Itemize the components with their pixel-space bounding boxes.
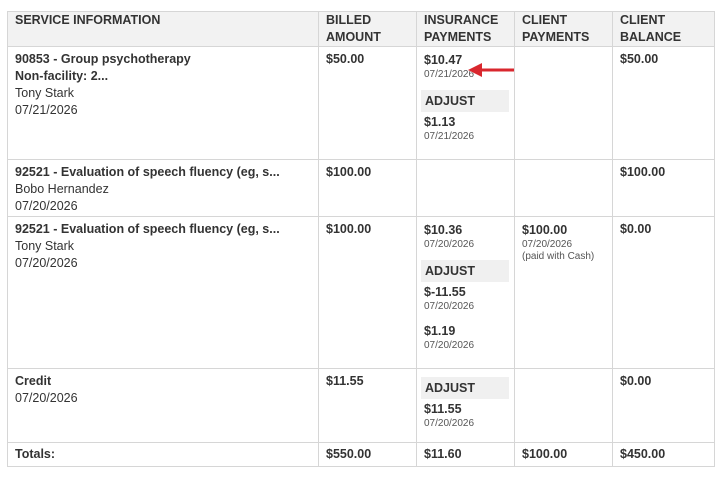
billed-cell: $100.00	[318, 216, 417, 369]
client-balance: $100.00	[620, 165, 666, 179]
client-payment-amount: $100.00	[522, 223, 568, 237]
balance-cell: $0.00	[612, 368, 715, 443]
service-title: 92521 - Evaluation of speech fluency (eg…	[15, 222, 280, 236]
totals-client-payments: $100.00	[514, 442, 613, 467]
client-payment-cell	[514, 46, 613, 160]
insurance-amount: $10.36	[424, 223, 463, 237]
totals-label: Totals:	[7, 442, 319, 467]
service-cell: 92521 - Evaluation of speech fluency (eg…	[7, 216, 319, 369]
adjustment-amount: $11.55	[424, 402, 462, 416]
billed-amount: $100.00	[326, 165, 372, 179]
billed-amount: $100.00	[326, 222, 372, 236]
client-payment-date: 07/20/2026	[522, 239, 573, 250]
insurance-cell: $10.36 07/20/2026 ADJUST $-11.55 07/20/2…	[416, 216, 515, 369]
table-row: 90853 - Group psychotherapy Non-facility…	[7, 46, 715, 160]
service-cell: 92521 - Evaluation of speech fluency (eg…	[7, 159, 319, 217]
adjustment-amount: $1.13	[424, 115, 456, 129]
billed-cell: $100.00	[318, 159, 417, 217]
client-payment: $100.00 07/20/2026 (paid with Cash)	[522, 217, 605, 263]
service-date: 07/20/2026	[15, 391, 78, 405]
insurance-cell: ADJUST $11.55 07/20/2026	[416, 368, 515, 443]
adjustment-date: 07/20/2026	[424, 418, 475, 429]
client-balance: $0.00	[620, 374, 652, 388]
client-balance: $50.00	[620, 52, 659, 66]
client-payment-method: (paid with Cash)	[522, 251, 595, 262]
adjustment-date: 07/20/2026	[424, 340, 475, 351]
billed-amount: $50.00	[326, 52, 365, 66]
service-date: 07/20/2026	[15, 199, 78, 213]
service-date: 07/20/2026	[15, 256, 78, 270]
insurance-payment: $10.36 07/20/2026	[424, 217, 507, 251]
service-subtitle: Non-facility: 2...	[15, 69, 109, 83]
billing-table: SERVICE INFORMATION BILLED AMOUNT INSURA…	[7, 11, 715, 467]
adjust-header: ADJUST	[421, 377, 509, 399]
insurance-date: 07/20/2026	[424, 239, 475, 250]
adjustment-date: 07/20/2026	[424, 301, 475, 312]
totals-balance: $450.00	[612, 442, 715, 467]
header-service-information: SERVICE INFORMATION	[7, 11, 319, 47]
balance-cell: $50.00	[612, 46, 715, 160]
header-insurance-payments: INSURANCE PAYMENTS	[416, 11, 515, 47]
client-name: Tony Stark	[15, 86, 75, 100]
header-billed-amount: BILLED AMOUNT	[318, 11, 417, 47]
service-title: 92521 - Evaluation of speech fluency (eg…	[15, 165, 280, 179]
adjustment-amount: $-11.55	[424, 285, 466, 299]
service-title: 90853 - Group psychotherapy	[15, 52, 191, 66]
billed-cell: $50.00	[318, 46, 417, 160]
service-cell: Credit 07/20/2026	[7, 368, 319, 443]
totals-insurance: $11.60	[416, 442, 515, 467]
header-client-balance: CLIENT BALANCE	[612, 11, 715, 47]
adjust-header: ADJUST	[421, 260, 509, 282]
totals-billed: $550.00	[318, 442, 417, 467]
adjustment-date: 07/21/2026	[424, 131, 475, 142]
client-name: Bobo Hernandez	[15, 182, 109, 196]
red-arrow-icon	[468, 63, 514, 77]
client-balance: $0.00	[620, 222, 652, 236]
arrow-head	[468, 63, 482, 77]
totals-row: Totals: $550.00 $11.60 $100.00 $450.00	[7, 442, 715, 467]
billed-cell: $11.55	[318, 368, 417, 443]
adjustment: $-11.55 07/20/2026	[424, 282, 507, 313]
table-row: Credit 07/20/2026 $11.55 ADJUST $11.55 0…	[7, 368, 715, 443]
adjust-header: ADJUST	[421, 90, 509, 112]
table-row: 92521 - Evaluation of speech fluency (eg…	[7, 159, 715, 217]
balance-cell: $0.00	[612, 216, 715, 369]
client-name: Tony Stark	[15, 239, 75, 253]
table-header-row: SERVICE INFORMATION BILLED AMOUNT INSURA…	[7, 11, 715, 47]
insurance-cell	[416, 159, 515, 217]
balance-cell: $100.00	[612, 159, 715, 217]
adjustment-amount: $1.19	[424, 324, 456, 338]
table-row: 92521 - Evaluation of speech fluency (eg…	[7, 216, 715, 369]
service-title: Credit	[15, 374, 52, 388]
billed-amount: $11.55	[326, 374, 364, 388]
adjustment: $1.13 07/21/2026	[424, 112, 507, 143]
client-payment-cell	[514, 159, 613, 217]
client-payment-cell	[514, 368, 613, 443]
header-client-payments: CLIENT PAYMENTS	[514, 11, 613, 47]
client-payment-cell: $100.00 07/20/2026 (paid with Cash)	[514, 216, 613, 369]
adjustment: $11.55 07/20/2026	[424, 399, 507, 430]
service-cell: 90853 - Group psychotherapy Non-facility…	[7, 46, 319, 160]
service-date: 07/21/2026	[15, 103, 78, 117]
adjustment: $1.19 07/20/2026	[424, 321, 507, 352]
